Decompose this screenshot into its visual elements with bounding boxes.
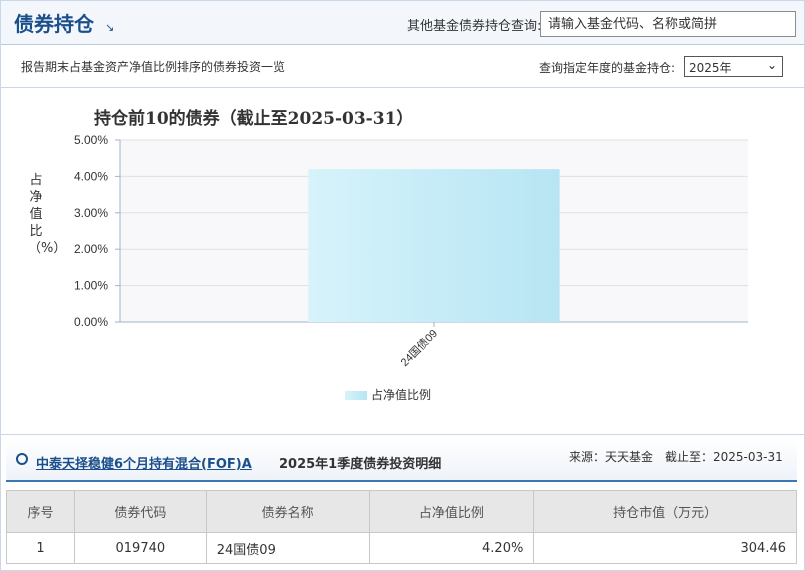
detail-header: 中泰天择稳健6个月持有混合(FOF)A 2025年1季度债券投资明细 来源：天天… <box>6 438 797 482</box>
legend-label: 占净值比例 <box>371 388 432 402</box>
cell-value: 304.46 <box>533 532 797 564</box>
chart-legend[interactable]: 占净值比例 <box>345 386 431 403</box>
col-header-ratio: 占净值比例 <box>368 490 535 533</box>
circle-bullet-icon <box>16 453 28 465</box>
fund-name-link[interactable]: 中泰天择稳健6个月持有混合(FOF)A <box>36 453 252 472</box>
cell-index: 1 <box>6 532 75 564</box>
y-tick-label: 4.00% <box>74 169 108 183</box>
y-tick-label: 2.00% <box>74 242 108 256</box>
table-header-row: 序号 债券代码 债券名称 占净值比例 持仓市值（万元） <box>6 490 797 533</box>
cell-name: 24国债09 <box>205 532 370 564</box>
col-header-value: 持仓市值（万元） <box>533 490 797 533</box>
holdings-table: 序号 债券代码 债券名称 占净值比例 持仓市值（万元） 1 019740 24国… <box>6 490 797 564</box>
y-axis-title: 占净值比（%） <box>28 173 67 256</box>
x-tick-label: 24国债09 <box>397 326 440 369</box>
y-tick-label: 0.00% <box>74 315 108 329</box>
table-row: 1 019740 24国债09 4.20% 304.46 <box>6 532 797 564</box>
y-tick-label: 1.00% <box>74 279 108 293</box>
cell-code: 019740 <box>73 532 207 564</box>
y-tick-label: 5.00% <box>74 133 108 147</box>
cell-ratio: 4.20% <box>368 532 535 564</box>
col-header-name: 债券名称 <box>205 490 370 533</box>
bond-holdings-chart: 持仓前10的债券（截止至2025-03-31） 0.00% 1.00% 2.00% 3… <box>74 108 748 369</box>
col-header-code: 债券代码 <box>73 490 207 533</box>
source-info: 来源：天天基金 截止至：2025-03-31 <box>569 450 783 464</box>
legend-swatch <box>345 391 367 400</box>
col-header-index: 序号 <box>6 490 75 533</box>
y-tick-label: 3.00% <box>74 206 108 220</box>
bar[interactable] <box>308 169 560 322</box>
chart-title: 持仓前10的债券（截止至2025-03-31） <box>94 108 413 129</box>
detail-title: 2025年1季度债券投资明细 <box>279 457 442 472</box>
